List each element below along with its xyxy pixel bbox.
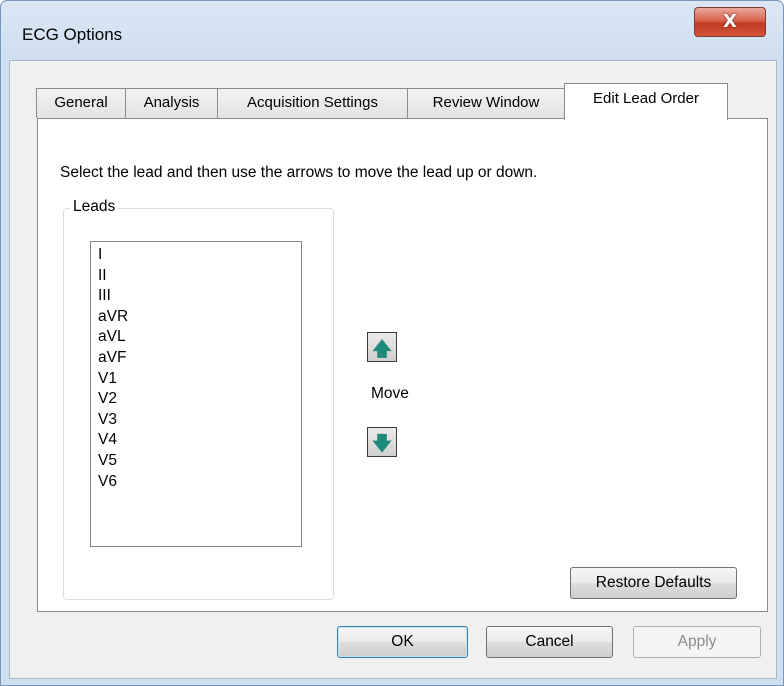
lead-item[interactable]: aVF: [91, 348, 301, 369]
tab-analysis[interactable]: Analysis: [125, 88, 218, 118]
tab-acquisition-settings[interactable]: Acquisition Settings: [217, 88, 408, 118]
lead-item[interactable]: V5: [91, 451, 301, 472]
lead-item[interactable]: V6: [91, 472, 301, 493]
ok-button[interactable]: OK: [337, 626, 468, 658]
tab-review-window[interactable]: Review Window: [407, 88, 565, 118]
title-bar: ECG Options X: [1, 1, 783, 61]
lead-item[interactable]: aVL: [91, 327, 301, 348]
up-arrow-icon: 🡅: [372, 338, 392, 360]
close-button[interactable]: X: [694, 7, 766, 37]
down-arrow-icon: 🡇: [372, 433, 392, 455]
tab-edit-lead-order[interactable]: Edit Lead Order: [564, 83, 728, 120]
apply-button[interactable]: Apply: [633, 626, 761, 658]
restore-defaults-button[interactable]: Restore Defaults: [570, 567, 737, 599]
move-down-button[interactable]: 🡇: [367, 427, 397, 457]
ecg-options-dialog: ECG Options X General Analysis Acquisiti…: [0, 0, 784, 686]
lead-item[interactable]: II: [91, 266, 301, 287]
close-icon: X: [723, 11, 737, 32]
leads-groupbox: Leads I II III aVR aVL aVF V1 V2 V3 V4 V…: [63, 198, 334, 600]
edit-lead-order-panel: Select the lead and then use the arrows …: [37, 118, 768, 612]
lead-item[interactable]: aVR: [91, 307, 301, 328]
lead-item[interactable]: V4: [91, 430, 301, 451]
dialog-client-area: General Analysis Acquisition Settings Re…: [9, 60, 777, 679]
move-up-button[interactable]: 🡅: [367, 332, 397, 362]
lead-item[interactable]: V2: [91, 389, 301, 410]
lead-item[interactable]: I: [91, 245, 301, 266]
leads-group-label: Leads: [70, 198, 119, 216]
leads-listbox[interactable]: I II III aVR aVL aVF V1 V2 V3 V4 V5 V6: [90, 241, 302, 547]
lead-item[interactable]: III: [91, 286, 301, 307]
move-label: Move: [371, 385, 409, 402]
lead-item[interactable]: V3: [91, 410, 301, 431]
lead-item[interactable]: V1: [91, 369, 301, 390]
window-title: ECG Options: [22, 25, 123, 44]
tab-general[interactable]: General: [36, 88, 126, 118]
instructions-text: Select the lead and then use the arrows …: [60, 164, 538, 181]
cancel-button[interactable]: Cancel: [486, 626, 613, 658]
